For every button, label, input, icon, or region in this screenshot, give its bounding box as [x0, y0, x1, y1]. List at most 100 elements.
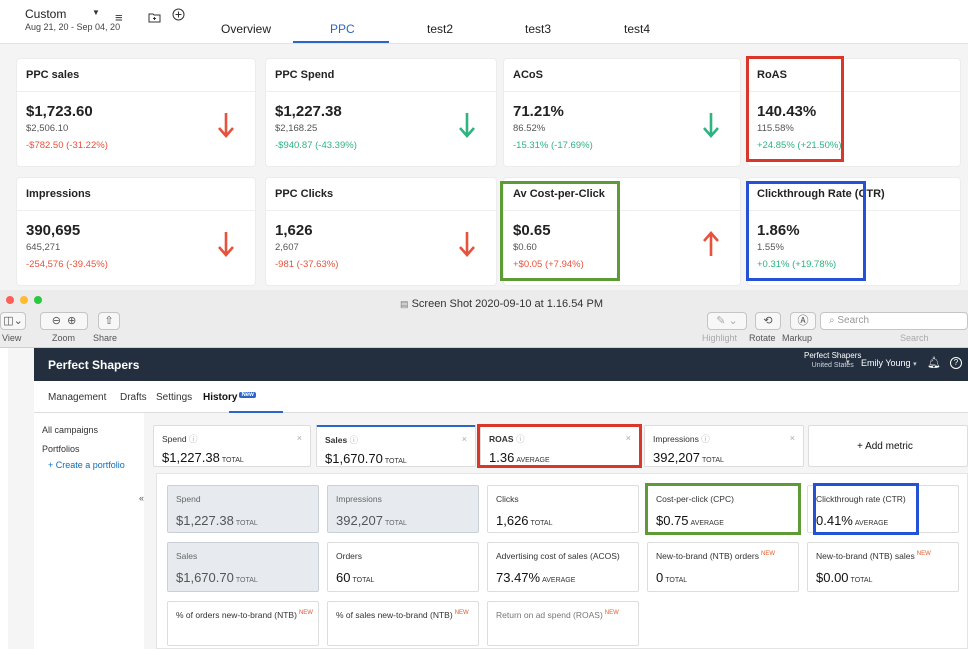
metric-card-impressions[interactable]: Impressions 390,695 645,271 -254,576 (-3…: [17, 178, 255, 285]
card-previous-value: $2,506.10: [26, 123, 69, 134]
tile-clicks[interactable]: Clicks 1,626 TOTAL: [487, 485, 639, 533]
sort-icon[interactable]: ≡: [115, 10, 123, 25]
tile-title: Spend: [176, 494, 201, 504]
add-metric-button[interactable]: + Add metric: [808, 425, 968, 467]
rotate-button[interactable]: ⟲: [755, 312, 781, 330]
card-change: -$782.50 (-31.22%): [26, 140, 108, 151]
window-titlebar: ▤ Screen Shot 2020-09-10 at 1.16.54 PM ◫…: [0, 290, 968, 348]
metric-card-ppc-spend[interactable]: PPC Spend $1,227.38 $2,168.25 -$940.87 (…: [266, 59, 496, 166]
metric-card-impressions[interactable]: Impressions ⓘ × 392,207 TOTAL: [644, 425, 804, 467]
tile-unit: TOTAL: [665, 577, 688, 584]
arrow-down-icon: [218, 232, 234, 257]
metric-card-ppc-clicks[interactable]: PPC Clicks 1,626 2,607 -981 (-37.63%): [266, 178, 496, 285]
tile-impressions[interactable]: Impressions 392,207 TOTAL: [327, 485, 479, 533]
folder-add-icon[interactable]: [148, 10, 161, 26]
tab-test3[interactable]: test3: [525, 22, 551, 36]
tile-ntb-sales[interactable]: New-to-brand (NTB) sales NEW $0.00 TOTAL: [807, 542, 959, 592]
arrow-down-icon: [459, 232, 475, 257]
tile-roas-new[interactable]: Return on ad spend (ROAS) NEW: [487, 601, 639, 646]
zoom-in-icon[interactable]: ⊕: [67, 315, 76, 327]
tile-acos[interactable]: Advertising cost of sales (ACOS) 73.47% A…: [487, 542, 639, 592]
tab-overview[interactable]: Overview: [221, 22, 271, 36]
tile-title-text: % of sales new-to-brand (NTB): [336, 610, 453, 620]
search-label: Search: [900, 333, 929, 343]
view-button[interactable]: ◫⌄: [0, 312, 26, 330]
arrow-down-icon: [703, 113, 719, 138]
bell-icon[interactable]: 🔔︎: [927, 356, 941, 369]
nav-management[interactable]: Management: [48, 392, 106, 403]
zoom-button-group[interactable]: ⊖ ⊕: [40, 312, 88, 330]
search-icon: ⌕: [829, 315, 835, 326]
add-circle-icon[interactable]: [172, 8, 185, 24]
nav-settings[interactable]: Settings: [156, 392, 192, 403]
nav-history[interactable]: History New: [203, 392, 256, 403]
card-divider: [266, 210, 496, 211]
metric-value: $1,670.70 TOTAL: [325, 451, 407, 466]
metric-card-ppc-sales[interactable]: PPC sales $1,723.60 $2,506.10 -$782.50 (…: [17, 59, 255, 166]
metric-title: Sales ⓘ: [325, 434, 358, 446]
account-caret-icon[interactable]: ▾: [846, 358, 850, 366]
dashboard: Custom Aug 21, 20 - Sep 04, 20 ▼ ≡ Overv…: [0, 0, 968, 290]
tile-orders[interactable]: Orders 60 TOTAL: [327, 542, 479, 592]
document-icon: ▤: [400, 299, 409, 309]
help-icon[interactable]: ?: [950, 357, 962, 369]
account-region: United States: [811, 362, 854, 369]
metric-value-text: $1,670.70: [325, 451, 383, 466]
tile-unit: TOTAL: [352, 577, 375, 584]
view-label: View: [2, 333, 22, 343]
tile-title: Return on ad spend (ROAS) NEW: [496, 610, 619, 620]
card-title: PPC Spend: [275, 69, 335, 81]
tile-value: $1,227.38 TOTAL: [176, 513, 258, 528]
close-icon[interactable]: ×: [462, 434, 467, 444]
tile-title-text: % of orders new-to-brand (NTB): [176, 610, 297, 620]
date-range-selector[interactable]: Custom Aug 21, 20 - Sep 04, 20: [25, 7, 120, 32]
tile-title: % of sales new-to-brand (NTB) NEW: [336, 610, 469, 620]
markup-button[interactable]: Ⓐ: [790, 312, 816, 330]
metric-value: 392,207 TOTAL: [653, 450, 724, 465]
card-divider: [504, 91, 740, 92]
account-name: Perfect Shapers: [804, 351, 862, 360]
user-menu[interactable]: Emily Young ▾: [861, 358, 917, 368]
maximize-window-button[interactable]: [34, 296, 42, 304]
tab-test2[interactable]: test2: [427, 22, 453, 36]
collapse-sidebar-icon[interactable]: «: [139, 493, 144, 503]
tab-ppc[interactable]: PPC: [330, 22, 355, 36]
new-tag: NEW: [454, 610, 469, 616]
sidebar-item-portfolios[interactable]: Portfolios: [42, 444, 80, 454]
rotate-label: Rotate: [749, 333, 776, 343]
nav-drafts[interactable]: Drafts: [120, 392, 147, 403]
minimize-window-button[interactable]: [20, 296, 28, 304]
account-selector[interactable]: Perfect Shapers United States: [804, 351, 861, 371]
annotation-box-red: [746, 56, 844, 162]
tile-pct-orders-ntb[interactable]: % of orders new-to-brand (NTB) NEW: [167, 601, 319, 646]
tile-value-text: $1,670.70: [176, 570, 234, 585]
close-icon[interactable]: ×: [790, 433, 795, 443]
zoom-out-icon[interactable]: ⊖: [52, 315, 61, 327]
metric-title: Impressions ⓘ: [653, 433, 710, 445]
metric-title: Spend ⓘ: [162, 433, 197, 445]
app-nav: Management Drafts Settings History New: [34, 381, 968, 413]
metric-card-acos[interactable]: ACoS 71.21% 86.52% -15.31% (-17.69%): [504, 59, 740, 166]
tile-pct-sales-ntb[interactable]: % of sales new-to-brand (NTB) NEW: [327, 601, 479, 646]
share-button[interactable]: ⇧: [98, 312, 120, 330]
nav-history-label: History: [203, 392, 238, 403]
close-icon[interactable]: ×: [297, 433, 302, 443]
card-value: 390,695: [26, 222, 81, 239]
create-portfolio-link[interactable]: + Create a portfolio: [48, 460, 125, 470]
share-label: Share: [93, 333, 118, 343]
caret-down-icon[interactable]: ▼: [92, 8, 100, 17]
close-window-button[interactable]: [6, 296, 14, 304]
tab-test4[interactable]: test4: [624, 22, 650, 36]
search-input[interactable]: ⌕ Search: [820, 312, 968, 330]
dashboard-toolbar: Custom Aug 21, 20 - Sep 04, 20 ▼ ≡ Overv…: [0, 0, 968, 44]
metric-card-sales[interactable]: Sales ⓘ × $1,670.70 TOTAL: [316, 425, 476, 467]
highlight-button[interactable]: ✎ ⌄: [707, 312, 747, 330]
user-name: Emily Young: [861, 358, 911, 368]
markup-label: Markup: [782, 333, 813, 343]
tile-spend[interactable]: Spend $1,227.38 TOTAL: [167, 485, 319, 533]
sidebar-item-all-campaigns[interactable]: All campaigns: [42, 425, 98, 435]
metric-card-spend[interactable]: Spend ⓘ × $1,227.38 TOTAL: [153, 425, 311, 467]
card-divider: [17, 210, 255, 211]
tile-sales[interactable]: Sales $1,670.70 TOTAL: [167, 542, 319, 592]
tile-ntb-orders[interactable]: New-to-brand (NTB) orders NEW 0 TOTAL: [647, 542, 799, 592]
